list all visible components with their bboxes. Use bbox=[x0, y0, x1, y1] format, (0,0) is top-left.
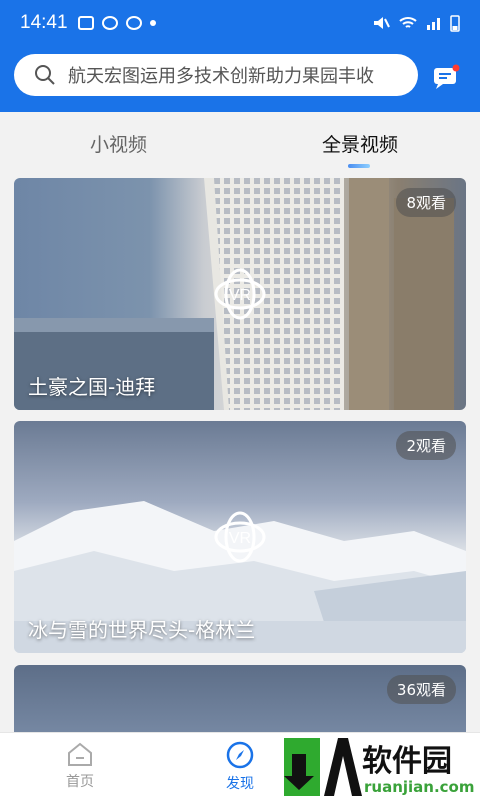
account-icon bbox=[101, 16, 118, 30]
status-icons-right bbox=[372, 14, 460, 32]
battery-icon bbox=[450, 15, 460, 32]
tabbar-home-label: 首页 bbox=[66, 774, 94, 790]
home-icon bbox=[68, 742, 92, 766]
tab-strip: 小视频 全景视频 bbox=[0, 112, 480, 174]
vr-badge-text: VR bbox=[229, 530, 251, 547]
view-count-badge: 36观看 bbox=[386, 675, 456, 704]
video-card[interactable]: 8观看 VR 土豪之国-迪拜 bbox=[14, 178, 466, 410]
wifi-icon bbox=[399, 17, 417, 28]
tab-panorama-video-label: 全景视频 bbox=[322, 134, 399, 156]
compass-icon bbox=[226, 741, 254, 769]
message-icon[interactable] bbox=[432, 64, 460, 90]
status-icons-left bbox=[77, 16, 156, 30]
search-bar[interactable]: 航天宏图运用多技术创新助力果园丰收 bbox=[14, 54, 418, 96]
card-title: 土豪之国-迪拜 bbox=[28, 375, 156, 399]
tabbar-discover[interactable]: 发现 bbox=[210, 741, 270, 793]
vr-badge-text: VR bbox=[229, 287, 251, 304]
sync-icon bbox=[125, 16, 142, 30]
view-count-badge: 8观看 bbox=[396, 188, 456, 217]
status-time: 14:41 bbox=[20, 12, 68, 33]
view-count-badge: 2观看 bbox=[396, 431, 456, 460]
search-placeholder: 航天宏图运用多技术创新助力果园丰收 bbox=[68, 66, 374, 87]
watermark-logo: 软件园 ruanjian.com bbox=[282, 734, 478, 800]
signal-icon bbox=[427, 18, 440, 30]
mute-icon bbox=[374, 17, 390, 29]
watermark-text-en: ruanjian.com bbox=[364, 778, 475, 796]
search-icon bbox=[35, 65, 55, 85]
tab-short-video[interactable]: 小视频 bbox=[90, 130, 147, 157]
tabbar-discover-label: 发现 bbox=[226, 776, 254, 792]
status-bar: 14:41 bbox=[0, 0, 480, 46]
gallery-icon bbox=[77, 16, 94, 30]
tabbar-home[interactable]: 首页 bbox=[50, 741, 110, 791]
card-title: 冰与雪的世界尽头-格林兰 bbox=[28, 618, 256, 642]
vr-badge-icon: VR bbox=[214, 268, 266, 320]
download-logo-icon bbox=[284, 738, 362, 796]
tab-short-video-label: 小视频 bbox=[90, 134, 148, 156]
active-tab-indicator bbox=[348, 164, 370, 168]
header: 航天宏图运用多技术创新助力果园丰收 bbox=[0, 46, 480, 112]
tab-panorama-video[interactable]: 全景视频 bbox=[322, 130, 399, 168]
vr-badge-icon: VR bbox=[214, 511, 266, 563]
video-card[interactable]: 2观看 VR 冰与雪的世界尽头-格林兰 bbox=[14, 421, 466, 653]
notification-dot-icon bbox=[149, 20, 156, 26]
watermark-text-zh: 软件园 bbox=[362, 744, 452, 779]
